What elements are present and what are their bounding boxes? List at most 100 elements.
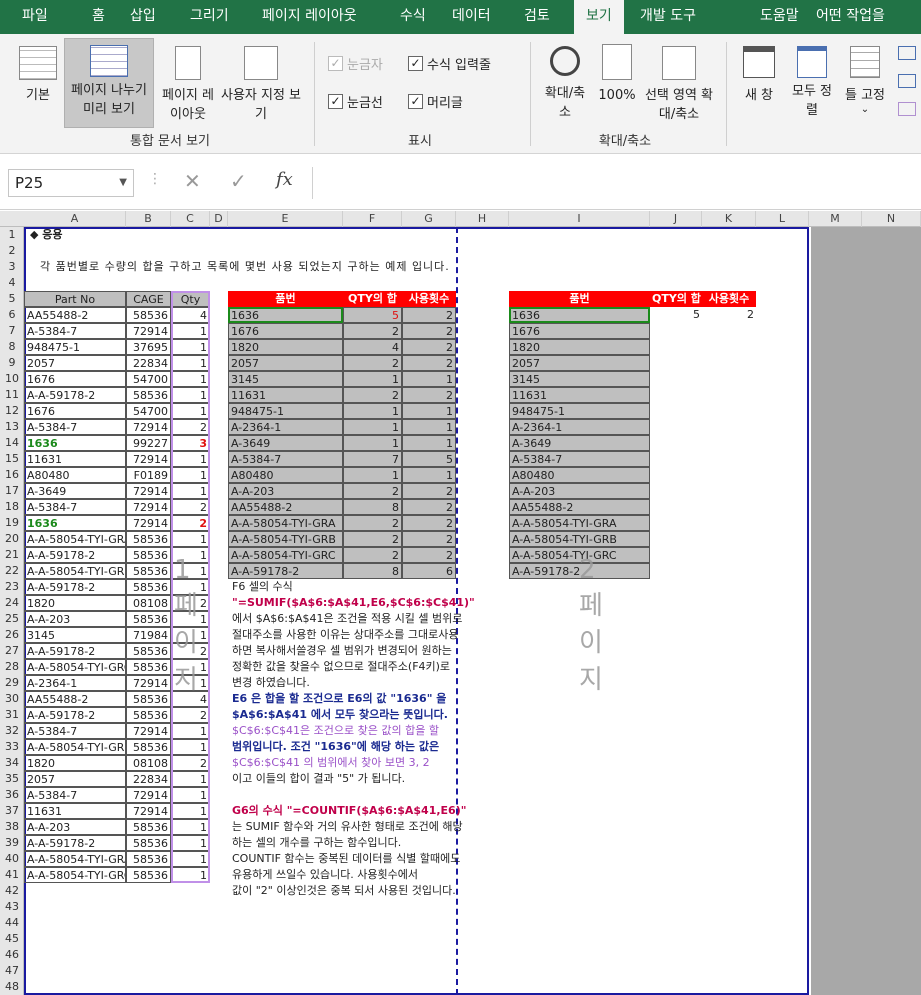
row-header[interactable]: 42 (0, 883, 24, 899)
cell[interactable]: 2 (171, 755, 210, 771)
cell[interactable]: 2 (171, 515, 210, 531)
cell[interactable] (230, 787, 490, 803)
cell[interactable]: AA55488-2 (24, 307, 126, 323)
cell[interactable]: 58536 (126, 739, 171, 755)
formula-input[interactable] (312, 167, 921, 199)
cell[interactable]: 2 (402, 323, 456, 339)
custom-views-button[interactable]: 사용자 지정 보기 (218, 42, 304, 126)
cell[interactable]: 2 (171, 707, 210, 723)
cell[interactable]: 4 (171, 691, 210, 707)
column-header[interactable]: D (210, 211, 228, 227)
cell[interactable]: A-A-58054-TYI-GRC (509, 547, 650, 563)
cell[interactable]: 2057 (24, 355, 126, 371)
tab-6[interactable]: 데이터 (440, 0, 503, 34)
page-layout-button[interactable]: 페이지 레이아웃 (158, 42, 218, 126)
cell[interactable]: 72914 (126, 723, 171, 739)
cell[interactable]: 1 (343, 467, 402, 483)
cell[interactable]: 2 (702, 307, 756, 323)
column-header[interactable]: N (862, 211, 921, 227)
cell[interactable]: 1 (171, 451, 210, 467)
row-header[interactable]: 40 (0, 851, 24, 867)
cell[interactable]: 1 (343, 403, 402, 419)
cell[interactable]: 1 (171, 611, 210, 627)
cell[interactable]: 2 (171, 419, 210, 435)
cell[interactable]: A-5384-7 (509, 451, 650, 467)
cell[interactable]: 58536 (126, 851, 171, 867)
cell[interactable]: QTY의 합 (650, 291, 702, 307)
tab-9[interactable]: 개발 도구 (628, 0, 708, 34)
cell[interactable]: 3145 (228, 371, 343, 387)
cell[interactable]: 2 (343, 515, 402, 531)
cell[interactable]: 948475-1 (24, 339, 126, 355)
cell[interactable]: 1820 (24, 755, 126, 771)
cell[interactable]: 58536 (126, 387, 171, 403)
gridlines-checkbox[interactable]: ✓ 눈금선 (328, 92, 383, 111)
cell[interactable]: A-A-59178-2 (509, 563, 650, 579)
cell[interactable]: 2057 (24, 771, 126, 787)
cell[interactable]: 2 (402, 483, 456, 499)
cell[interactable]: A-A-58054-TYI-GRA (228, 515, 343, 531)
cell[interactable]: 58536 (126, 563, 171, 579)
freeze-panes-button[interactable]: 틀 고정 ⌄ (838, 42, 892, 126)
cell[interactable]: Qty (171, 291, 210, 307)
cell[interactable]: 하면 복사해서쓸경우 셀 범위가 변경되어 원하는 (230, 643, 490, 659)
cell[interactable]: 2 (343, 387, 402, 403)
row-header[interactable]: 34 (0, 755, 24, 771)
column-header[interactable]: K (702, 211, 756, 227)
column-header[interactable]: M (809, 211, 862, 227)
cell[interactable]: 08108 (126, 755, 171, 771)
cell[interactable]: A-A-58054-TYI-GRB (24, 739, 126, 755)
cell[interactable]: 1 (171, 403, 210, 419)
cell[interactable]: 58536 (126, 691, 171, 707)
cell[interactable]: A-A-58054-TYI-GRC (24, 867, 126, 883)
cell[interactable]: 1 (171, 387, 210, 403)
cell[interactable]: 72914 (126, 323, 171, 339)
cell[interactable]: F0189 (126, 467, 171, 483)
cell[interactable]: 1636 (24, 435, 126, 451)
cell[interactable]: COUNTIF 함수는 중복된 데이터를 식별 할때에도 (230, 851, 490, 867)
cell[interactable]: 품번 (509, 291, 650, 307)
cell[interactable]: A-A-58054-TYI-GRB (228, 531, 343, 547)
row-header[interactable]: 38 (0, 819, 24, 835)
cell[interactable]: 1636 (24, 515, 126, 531)
cell[interactable]: 948475-1 (228, 403, 343, 419)
cell[interactable]: A80480 (509, 467, 650, 483)
tab-3[interactable]: 그리기 (178, 0, 241, 34)
cell[interactable]: A-A-58054-TYI-GRB (24, 563, 126, 579)
cell[interactable]: 8 (343, 563, 402, 579)
cell[interactable]: A-A-58054-TYI-GRA (24, 851, 126, 867)
row-header[interactable]: 41 (0, 867, 24, 883)
cell[interactable]: 2 (402, 515, 456, 531)
row-header[interactable]: 25 (0, 611, 24, 627)
normal-view-button[interactable]: 기본 (10, 42, 66, 126)
cell[interactable]: 58536 (126, 579, 171, 595)
cell[interactable]: A-5384-7 (24, 499, 126, 515)
column-header[interactable]: A (24, 211, 126, 227)
enter-icon[interactable]: ✓ (230, 169, 247, 193)
cell[interactable]: 72914 (126, 483, 171, 499)
cell[interactable]: 58536 (126, 707, 171, 723)
cell[interactable]: 1 (171, 483, 210, 499)
cell[interactable]: 5 (343, 307, 402, 323)
tab-4[interactable]: 페이지 레이아웃 (250, 0, 369, 34)
cell[interactable]: A-A-58054-TYI-GRC (228, 547, 343, 563)
column-header[interactable]: I (509, 211, 650, 227)
cell[interactable]: 22834 (126, 771, 171, 787)
cell[interactable]: 3 (171, 435, 210, 451)
row-header[interactable]: 7 (0, 323, 24, 339)
cell[interactable]: 8 (343, 499, 402, 515)
row-header[interactable]: 11 (0, 387, 24, 403)
row-header[interactable]: 44 (0, 915, 24, 931)
cell[interactable]: A-A-203 (24, 611, 126, 627)
cell[interactable]: A-5384-7 (24, 723, 126, 739)
cell[interactable]: 1 (171, 323, 210, 339)
column-header[interactable]: E (228, 211, 343, 227)
row-header[interactable]: 4 (0, 275, 24, 291)
cell[interactable]: 1 (343, 435, 402, 451)
tab-8[interactable]: 보기 (574, 0, 624, 34)
tab-0[interactable]: 파일 (10, 0, 60, 34)
cell[interactable]: A-2364-1 (509, 419, 650, 435)
tab-5[interactable]: 수식 (388, 0, 438, 34)
cell[interactable]: 1 (171, 563, 210, 579)
cell[interactable]: A-3649 (24, 483, 126, 499)
